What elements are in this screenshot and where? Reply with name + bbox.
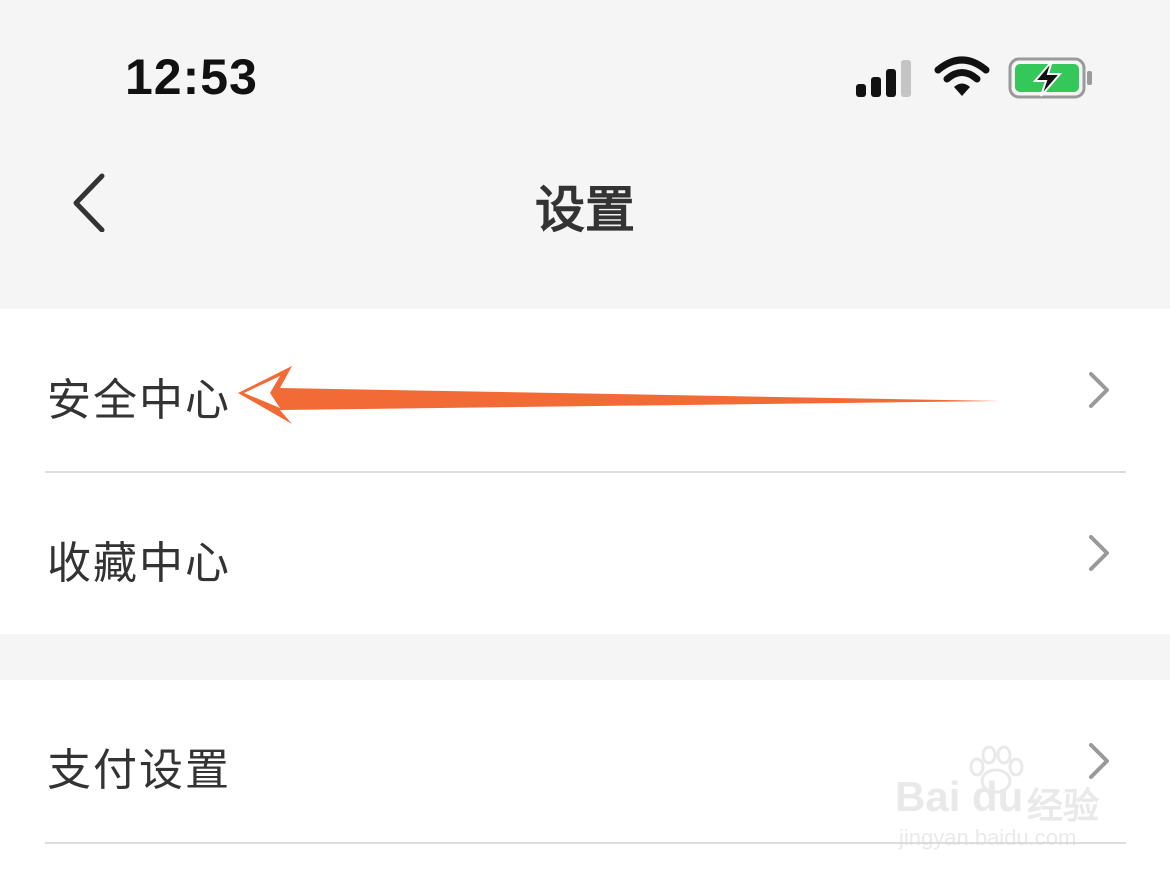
chevron-right-icon: [1089, 535, 1109, 571]
cellular-signal-icon: [856, 60, 911, 97]
settings-item-label: 支付设置: [47, 745, 231, 796]
status-time: 12:53: [125, 49, 258, 105]
settings-item-favorites-center[interactable]: 收藏中心: [0, 473, 1170, 634]
page-title: 设置: [535, 181, 635, 239]
battery-charging-icon: [1008, 57, 1092, 99]
settings-group-1: 安全中心 收藏中心: [0, 309, 1170, 634]
chevron-right-icon: [1089, 372, 1109, 408]
status-bar: 12:53: [0, 0, 1170, 150]
watermark-text: 经验: [1027, 786, 1100, 827]
watermark: Bai du 经验 jingyan.baidu.com: [895, 745, 1115, 860]
navigation-bar: 设置: [0, 150, 1170, 260]
settings-item-label: 收藏中心: [47, 538, 231, 589]
settings-item-security-center[interactable]: 安全中心: [0, 309, 1170, 471]
settings-item-label: 安全中心: [47, 375, 231, 426]
watermark-logo: Bai du: [895, 773, 1024, 820]
wifi-icon: [934, 56, 990, 96]
watermark-url: jingyan.baidu.com: [899, 825, 1077, 850]
